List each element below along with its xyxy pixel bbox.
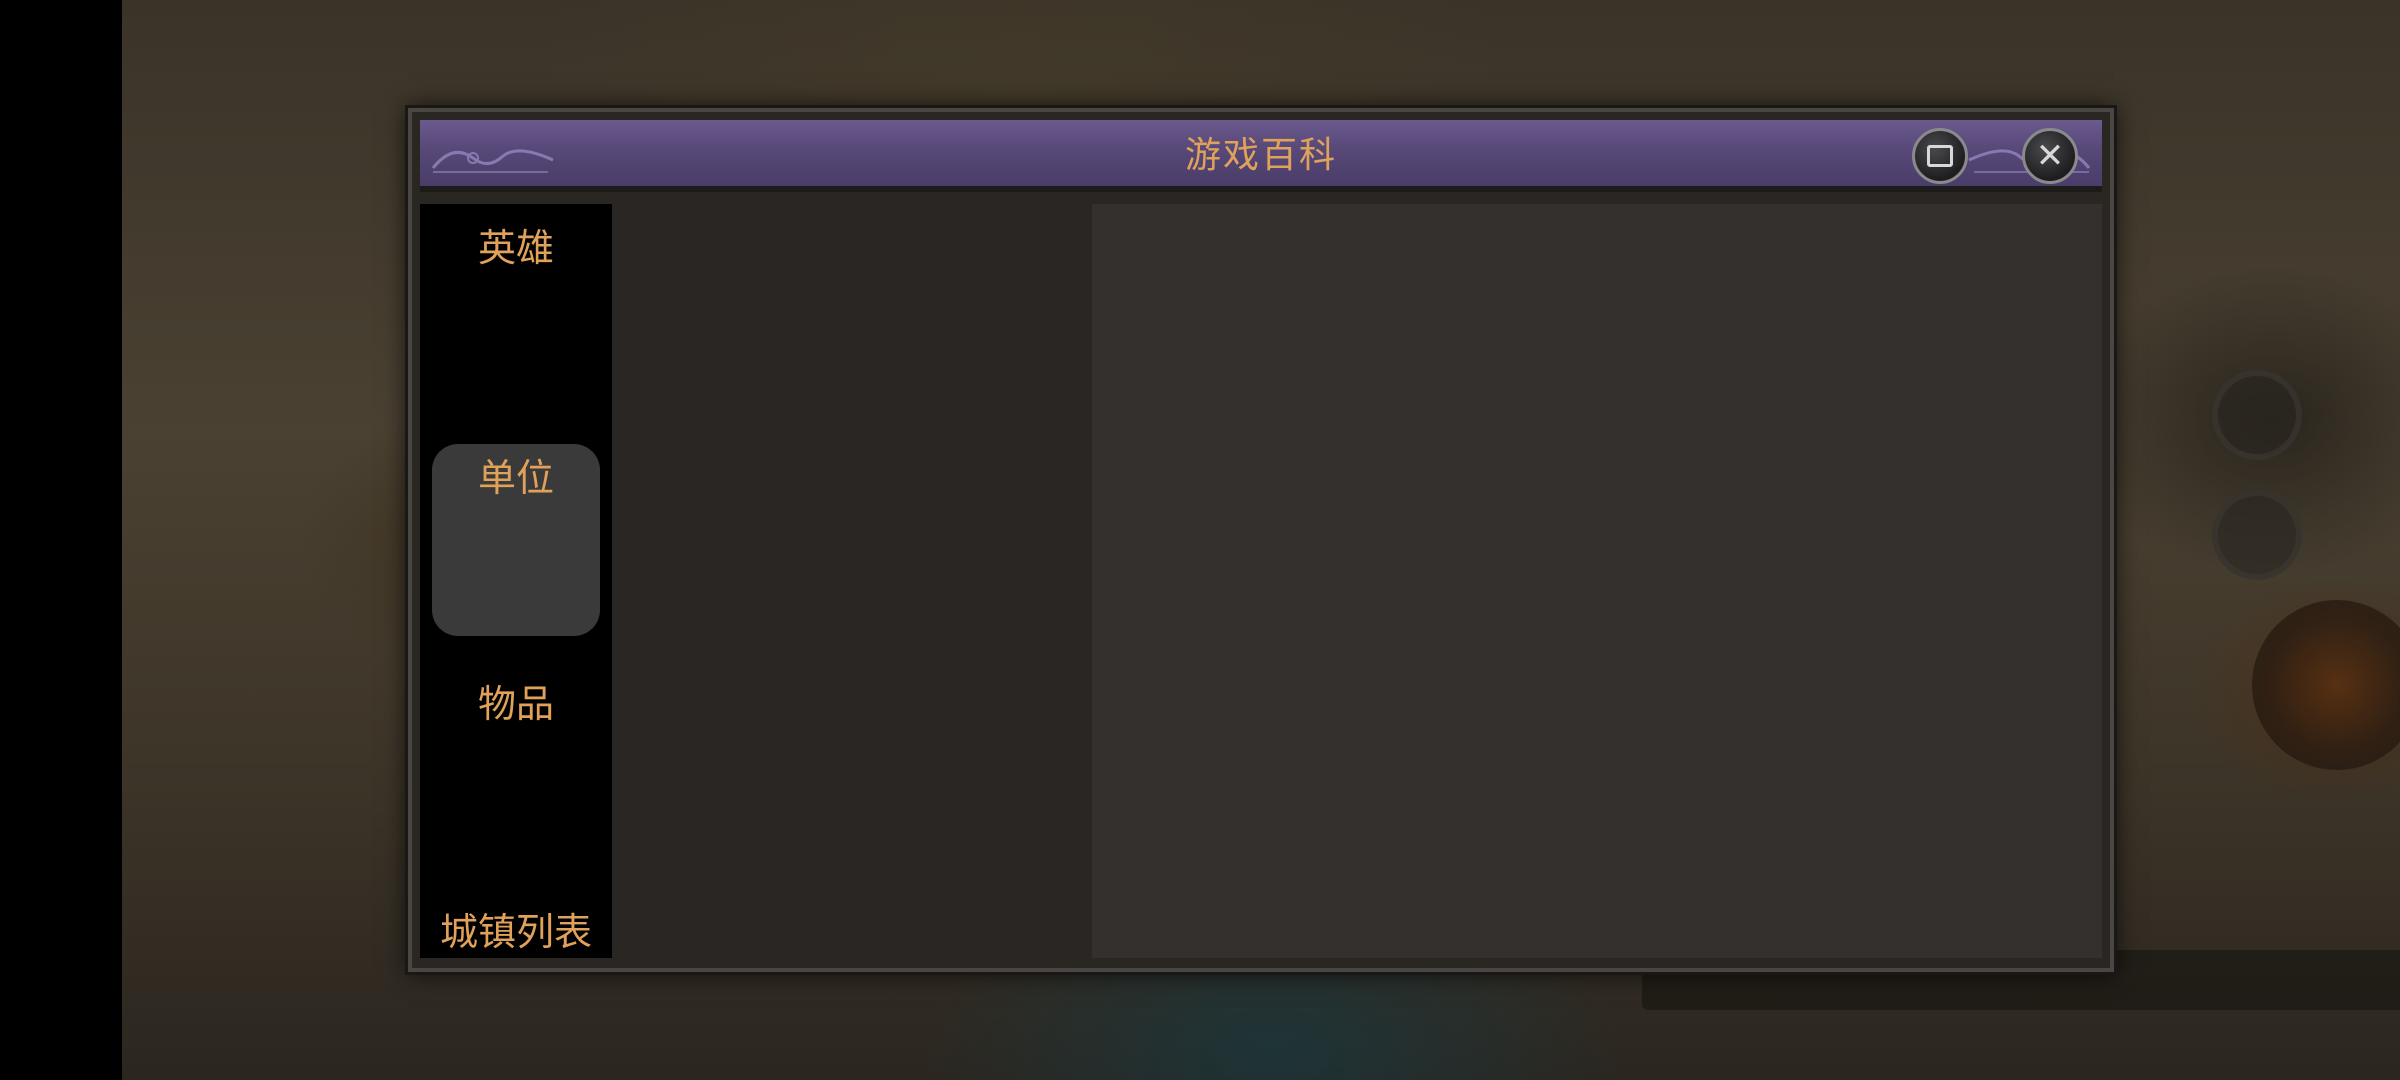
game-screen: 游戏百科 ✕ 英雄 单位 物品 城镇列表: [0, 0, 2400, 1080]
entry-list-pane[interactable]: [612, 204, 1092, 958]
close-x-icon: ✕: [2035, 136, 2065, 176]
background-action-orb: [2252, 600, 2400, 770]
sidebar-item-items[interactable]: 物品: [432, 674, 600, 734]
sidebar-item-label: 单位: [477, 456, 554, 500]
sidebar-item-town-list[interactable]: 城镇列表: [432, 902, 600, 962]
category-sidebar: 英雄 单位 物品 城镇列表: [420, 204, 612, 958]
close-button[interactable]: ✕: [2022, 128, 2078, 184]
sidebar-item-label: 英雄: [477, 226, 554, 270]
encyclopedia-dialog: 游戏百科 ✕ 英雄 单位 物品 城镇列表: [408, 108, 2114, 972]
dialog-title-bar: 游戏百科 ✕: [420, 120, 2102, 192]
sidebar-item-label: 城镇列表: [439, 910, 592, 954]
sidebar-item-label: 物品: [477, 682, 554, 726]
background-map-button: [2212, 370, 2302, 460]
sidebar-item-units[interactable]: 单位: [432, 444, 600, 636]
entry-detail-pane: [1092, 204, 2102, 958]
background-map-button: [2212, 490, 2302, 580]
dialog-content: 英雄 单位 物品 城镇列表: [420, 204, 2102, 958]
window-mode-button[interactable]: [1912, 128, 1968, 184]
window-square-icon: [1927, 145, 1953, 167]
dialog-title: 游戏百科: [1184, 135, 1337, 176]
sidebar-item-heroes[interactable]: 英雄: [432, 218, 600, 278]
